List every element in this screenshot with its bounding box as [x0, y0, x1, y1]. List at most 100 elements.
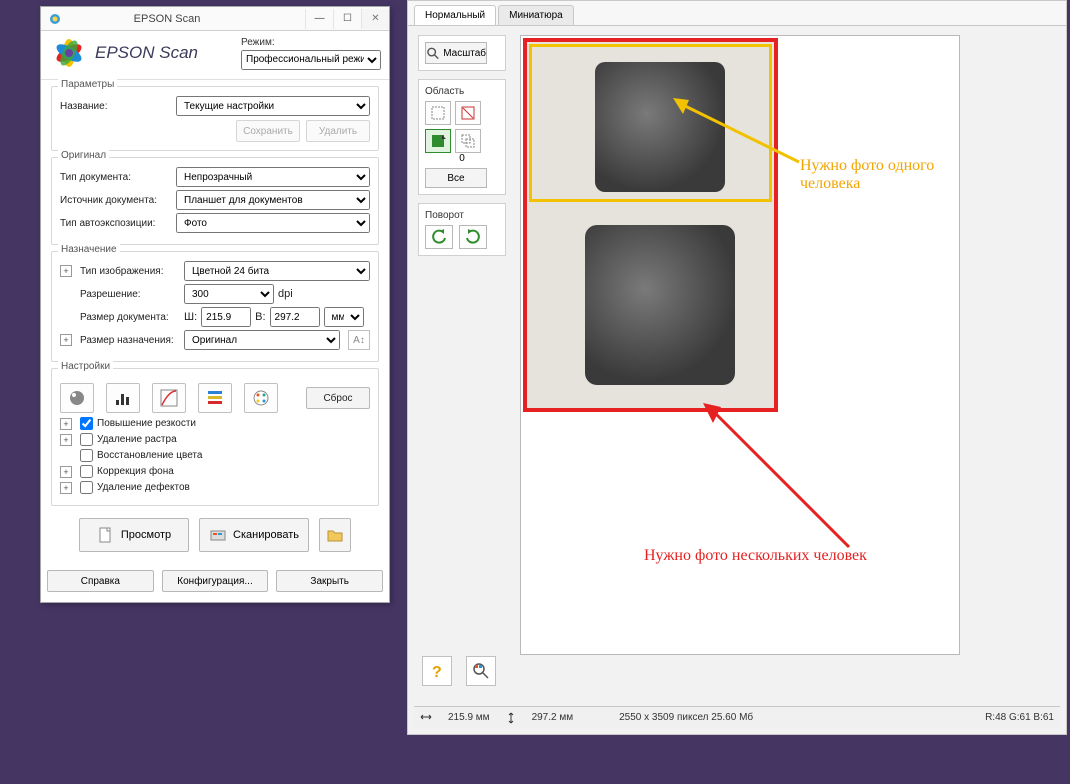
adjust-legend: Настройки: [58, 361, 113, 372]
expand-dust-icon[interactable]: +: [60, 482, 72, 494]
expand-sharpen-icon[interactable]: +: [60, 418, 72, 430]
header-band: EPSON Scan Режим: Профессиональный режим: [41, 31, 389, 80]
preview-tabs: Нормальный Миниатюра: [408, 1, 1066, 26]
original-group: Оригинал Тип документа: Непрозрачный Ист…: [51, 157, 379, 245]
save-folder-button[interactable]: [319, 518, 351, 552]
imgtype-label: Тип изображения:: [80, 266, 180, 277]
help-button[interactable]: Справка: [47, 570, 154, 592]
minimize-button[interactable]: —: [305, 9, 333, 29]
marquee-new-icon[interactable]: [425, 101, 451, 125]
maximize-button[interactable]: ☐: [333, 9, 361, 29]
window-title: EPSON Scan: [29, 13, 305, 25]
status-width-icon: [420, 712, 432, 723]
sharpen-checkbox[interactable]: [80, 417, 93, 430]
doc-type-label: Тип документа:: [60, 172, 172, 183]
tab-thumbnail[interactable]: Миниатюра: [498, 5, 574, 25]
color-palette-icon[interactable]: [244, 383, 278, 413]
params-legend: Параметры: [58, 79, 117, 90]
params-group: Параметры Название: Текущие настройки Со…: [51, 86, 379, 151]
dust-label: Удаление дефектов: [97, 482, 190, 493]
doc-type-select[interactable]: Непрозрачный: [176, 167, 370, 187]
destsize-select[interactable]: Оригинал: [184, 330, 340, 350]
sharpen-label: Повышение резкости: [97, 418, 196, 429]
width-input[interactable]: [201, 307, 251, 327]
original-legend: Оригинал: [58, 150, 109, 161]
close-dialog-button[interactable]: Закрыть: [276, 570, 383, 592]
folder-icon: [326, 526, 344, 544]
auto-exposure-icon[interactable]: [60, 383, 94, 413]
scan-button[interactable]: Сканировать: [199, 518, 309, 552]
docsize-label: Размер документа:: [80, 312, 180, 323]
save-settings-button[interactable]: Сохранить: [236, 120, 300, 142]
expand-backlight-icon[interactable]: +: [60, 466, 72, 478]
units-select[interactable]: мм: [324, 307, 364, 327]
rotate-right-button[interactable]: [459, 225, 487, 249]
expand-descreen-icon[interactable]: +: [60, 434, 72, 446]
height-input[interactable]: [270, 307, 320, 327]
histogram-icon[interactable]: [106, 383, 140, 413]
autoexp-label: Тип автоэкспозиции:: [60, 218, 172, 229]
expand-destsize-icon[interactable]: +: [60, 334, 72, 346]
magnifier-icon: [426, 46, 439, 60]
marquee-mode-icon[interactable]: [425, 129, 451, 153]
status-pixels: 2550 x 3509 пиксел 25.60 Мб: [619, 712, 753, 723]
page-icon: [97, 526, 115, 544]
status-height-icon: [506, 712, 516, 724]
resolution-unit: dpi: [278, 288, 293, 300]
preview-button[interactable]: Просмотр: [79, 518, 189, 552]
backlight-label: Коррекция фона: [97, 466, 174, 477]
marquee-copy-icon[interactable]: [455, 129, 481, 153]
descreen-label: Удаление растра: [97, 434, 177, 445]
color-restore-label: Восстановление цвета: [97, 450, 202, 461]
destination-legend: Назначение: [58, 244, 120, 255]
annotation-red: Нужно фото нескольких человек: [644, 547, 984, 565]
orientation-lock-icon[interactable]: A↕: [348, 330, 370, 350]
expand-imgtype-icon[interactable]: +: [60, 265, 72, 277]
status-rgb: R:48 G:61 B:61: [985, 712, 1054, 723]
backlight-checkbox[interactable]: [80, 465, 93, 478]
epson-scan-window: EPSON Scan — ☐ ✕ EPSON Scan Режим: Профе…: [40, 6, 390, 603]
config-button[interactable]: Конфигурация...: [162, 570, 269, 592]
zoom-button[interactable]: Масштаб: [425, 42, 487, 64]
preview-panel: Нормальный Миниатюра Масштаб Область 0: [407, 0, 1067, 735]
resolution-select[interactable]: 300: [184, 284, 274, 304]
close-button[interactable]: ✕: [361, 9, 389, 29]
destsize-label: Размер назначения:: [80, 335, 180, 346]
status-width: 215.9 мм: [448, 712, 490, 723]
image-adjust-icon[interactable]: [198, 383, 232, 413]
name-select[interactable]: Текущие настройки: [176, 96, 370, 116]
source-label: Источник документа:: [60, 195, 172, 206]
color-restore-checkbox[interactable]: [80, 449, 93, 462]
delete-settings-button[interactable]: Удалить: [306, 120, 370, 142]
descreen-checkbox[interactable]: [80, 433, 93, 446]
height-label: В:: [255, 311, 265, 323]
tone-curve-icon[interactable]: [152, 383, 186, 413]
destination-group: Назначение + Тип изображения: Цветной 24…: [51, 251, 379, 362]
annotation-yellow: Нужно фото одного человека: [800, 157, 990, 193]
flower-logo-icon: [49, 35, 89, 71]
mode-label: Режим:: [241, 37, 381, 48]
tab-normal[interactable]: Нормальный: [414, 5, 496, 25]
titlebar[interactable]: EPSON Scan — ☐ ✕: [41, 7, 389, 31]
densitometer-icon[interactable]: [466, 656, 496, 686]
adjust-group: Настройки Сброс +Повышение резкости +Уда…: [51, 368, 379, 506]
reset-adjust-button[interactable]: Сброс: [306, 387, 370, 409]
resolution-label: Разрешение:: [80, 289, 180, 300]
scanned-photo: [525, 40, 775, 410]
select-all-button[interactable]: Все: [425, 168, 487, 188]
source-select[interactable]: Планшет для документов: [176, 190, 370, 210]
imgtype-select[interactable]: Цветной 24 бита: [184, 261, 370, 281]
brand-text: EPSON Scan: [95, 43, 198, 63]
zoom-tool-group: Масштаб: [418, 35, 506, 71]
svg-text:?: ?: [432, 664, 442, 681]
rotate-legend: Поворот: [425, 210, 499, 221]
rotate-left-button[interactable]: [425, 225, 453, 249]
mode-select[interactable]: Профессиональный режим: [241, 50, 381, 70]
marquee-delete-icon[interactable]: [455, 101, 481, 125]
dust-checkbox[interactable]: [80, 481, 93, 494]
preview-help-icon[interactable]: ?: [422, 656, 452, 686]
autoexp-select[interactable]: Фото: [176, 213, 370, 233]
width-label: Ш:: [184, 311, 197, 323]
area-tool-group: Область 0 Все: [418, 79, 506, 195]
scanner-icon: [209, 526, 227, 544]
